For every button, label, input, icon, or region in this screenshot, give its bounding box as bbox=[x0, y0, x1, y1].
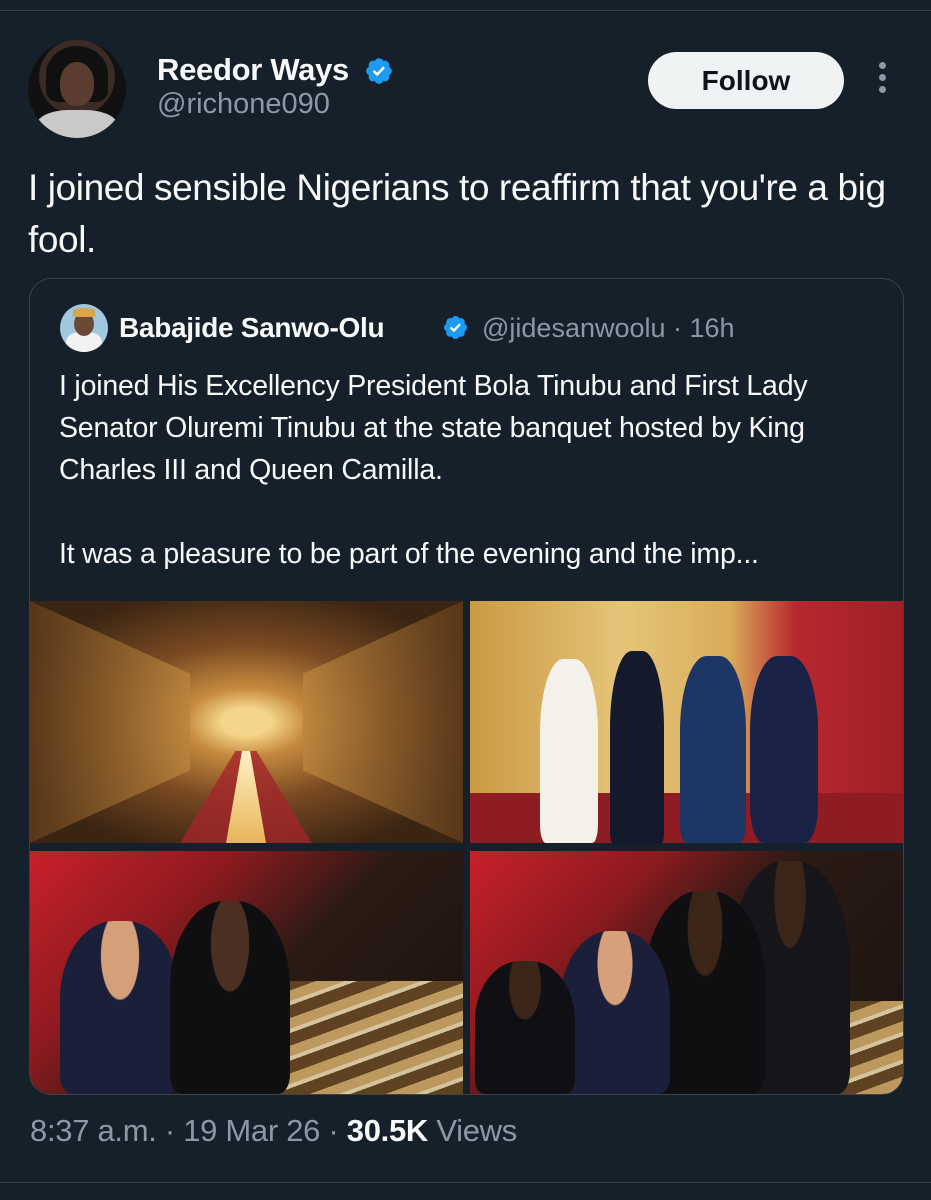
author-avatar[interactable] bbox=[28, 40, 126, 138]
meta-separator: · bbox=[320, 1113, 347, 1148]
quoted-author-avatar[interactable] bbox=[60, 304, 108, 352]
banquet-hall-photo[interactable] bbox=[30, 601, 463, 843]
quoted-text: I joined His Excellency President Bola T… bbox=[59, 370, 808, 570]
more-options-icon[interactable] bbox=[872, 62, 892, 102]
quoted-author-name[interactable]: Babajide Sanwo-Olu bbox=[119, 312, 385, 344]
quoted-timestamp[interactable]: 16h bbox=[690, 313, 735, 343]
media-grid bbox=[30, 601, 903, 1094]
quoted-tweet-card[interactable]: Babajide Sanwo-Olu @jidesanwoolu · 16h I… bbox=[29, 278, 904, 1095]
dinner-guests-photo-1[interactable] bbox=[30, 851, 463, 1094]
views-count[interactable]: 30.5K bbox=[347, 1113, 429, 1148]
quoted-author-handle[interactable]: @jidesanwoolu bbox=[482, 313, 666, 343]
views-label: Views bbox=[436, 1113, 517, 1148]
bottom-divider bbox=[0, 1182, 931, 1183]
meta-separator: · bbox=[156, 1113, 184, 1148]
verified-badge-icon bbox=[366, 58, 392, 84]
author-name[interactable]: Reedor Ways bbox=[157, 52, 349, 88]
verified-badge-icon bbox=[443, 315, 468, 340]
tweet-time[interactable]: 8:37 a.m. bbox=[30, 1113, 157, 1148]
quoted-meta[interactable]: @jidesanwoolu · 16h bbox=[482, 313, 735, 344]
tweet-date[interactable]: 19 Mar 26 bbox=[183, 1113, 320, 1148]
meta-separator: · bbox=[665, 313, 690, 343]
top-divider bbox=[0, 10, 931, 11]
royal-reception-photo[interactable] bbox=[470, 601, 903, 843]
follow-button[interactable]: Follow bbox=[648, 52, 844, 109]
dinner-guests-photo-2[interactable] bbox=[470, 851, 903, 1094]
tweet-text: I joined sensible Nigerians to reaffirm … bbox=[28, 167, 886, 260]
author-handle[interactable]: @richone090 bbox=[157, 88, 330, 121]
tweet-metadata: 8:37 a.m. · 19 Mar 26 · 30.5K Views bbox=[30, 1113, 517, 1149]
